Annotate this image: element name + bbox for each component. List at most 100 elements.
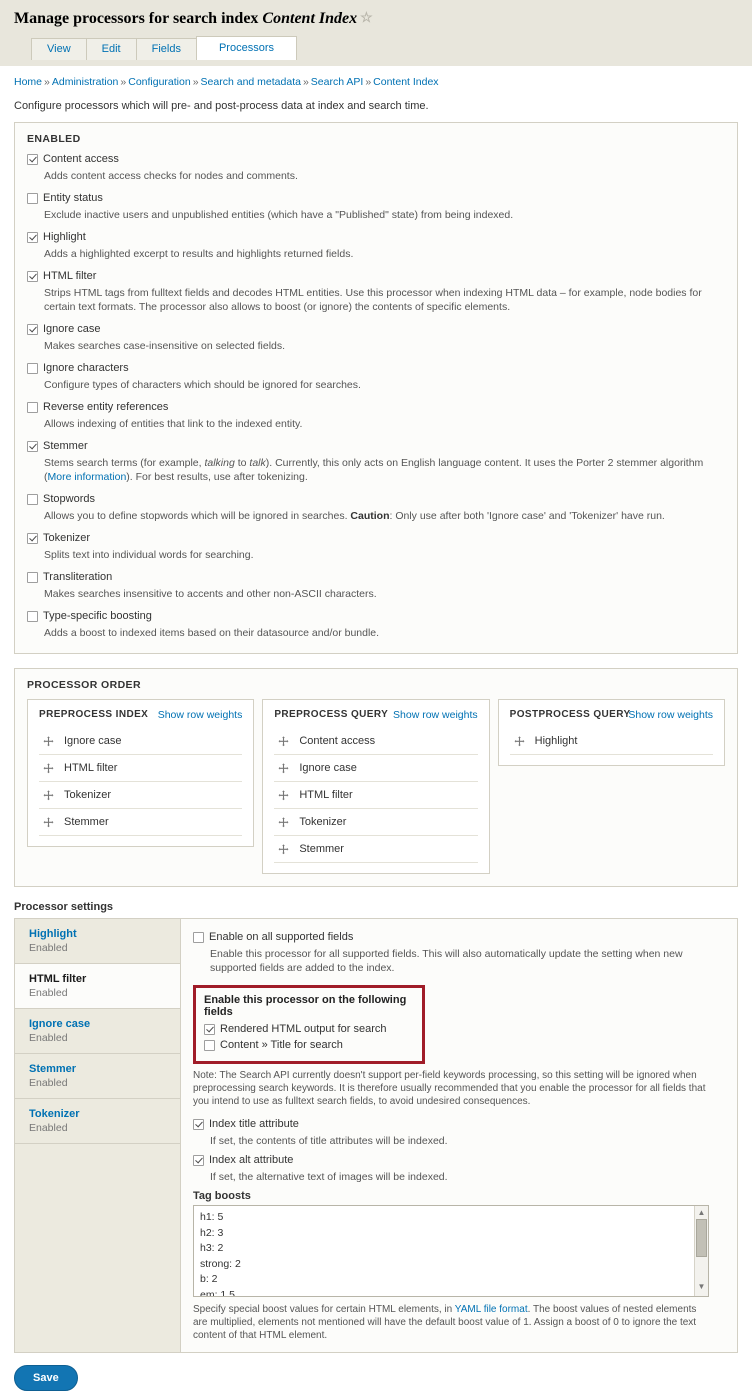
processor-row-ignore-characters: Ignore characters Configure types of cha… — [27, 362, 725, 392]
tab-view[interactable]: View — [31, 38, 87, 60]
breadcrumb-separator: » — [192, 76, 199, 88]
drag-handle-icon[interactable] — [43, 762, 54, 774]
tab-processors[interactable]: Processors — [195, 36, 297, 60]
order-item[interactable]: Tokenizer — [274, 809, 478, 836]
processor-desc-ignore-characters: Configure types of characters which shou… — [44, 379, 361, 391]
checkbox-ignore-characters[interactable] — [27, 363, 38, 374]
desc-index-alt-attribute: If set, the alternative text of images w… — [210, 1171, 448, 1183]
checkbox-rendered-html-output-for-search[interactable] — [204, 1024, 215, 1035]
order-item[interactable]: Stemmer — [39, 809, 243, 836]
processor-row-type-specific-boosting: Type-specific boosting Adds a boost to i… — [27, 610, 725, 640]
processor-desc-tokenizer: Splits text into individual words for se… — [44, 549, 254, 561]
vtab-name: Ignore case — [29, 1018, 91, 1030]
breadcrumb: Home» Administration» Configuration» Search… — [14, 66, 738, 88]
order-item[interactable]: Tokenizer — [39, 782, 243, 809]
drag-handle-icon[interactable] — [43, 789, 54, 801]
processor-desc-stemmer: Stems search terms (for example, talking… — [44, 456, 725, 484]
vtab-ignore-case[interactable]: Ignore case Enabled — [15, 1009, 180, 1054]
checkbox-index-alt-attribute[interactable] — [193, 1155, 204, 1166]
checkbox-reverse-entity-references[interactable] — [27, 402, 38, 413]
processor-settings-vertical-tabs: Highlight Enabled HTML filter Enabled Ig… — [15, 919, 181, 1352]
save-button[interactable]: Save — [14, 1365, 78, 1391]
order-item[interactable]: Stemmer — [274, 836, 478, 863]
order-item[interactable]: Ignore case — [39, 728, 243, 755]
drag-handle-icon[interactable] — [278, 789, 289, 801]
star-icon[interactable]: ☆ — [360, 10, 373, 27]
drag-handle-icon[interactable] — [43, 735, 54, 747]
order-item-label: Tokenizer — [299, 816, 347, 828]
order-item[interactable]: Ignore case — [274, 755, 478, 782]
label-rendered-html-output-for-search[interactable]: Rendered HTML output for search — [220, 1023, 387, 1036]
breadcrumb-item-configuration[interactable]: Configuration — [128, 76, 190, 88]
scrollbar-thumb[interactable] — [696, 1219, 707, 1257]
tab-edit[interactable]: Edit — [85, 38, 137, 60]
order-item[interactable]: HTML filter — [39, 755, 243, 782]
checkbox-enable-on-all-supported-fields[interactable] — [193, 932, 204, 943]
scroll-up-arrow-icon[interactable]: ▲ — [695, 1206, 708, 1219]
primary-tabs: View Edit Fields Processors — [14, 36, 738, 60]
scroll-down-arrow-icon[interactable]: ▼ — [695, 1280, 708, 1293]
checkbox-tokenizer[interactable] — [27, 533, 38, 544]
drag-handle-icon[interactable] — [278, 816, 289, 828]
order-item[interactable]: Content access — [274, 728, 478, 755]
label-index-title-attribute[interactable]: Index title attribute — [209, 1118, 299, 1131]
checkbox-highlight[interactable] — [27, 232, 38, 243]
processor-label-type-specific-boosting[interactable]: Type-specific boosting — [43, 610, 152, 623]
processor-row-stopwords: Stopwords Allows you to define stopwords… — [27, 493, 725, 523]
processor-label-tokenizer[interactable]: Tokenizer — [43, 532, 90, 545]
more-information-link[interactable]: More information — [48, 471, 127, 483]
tag-boosts-textarea[interactable]: h1: 5 h2: 3 h3: 2 strong: 2 b: 2 em: 1.5 — [193, 1205, 709, 1297]
order-item[interactable]: Highlight — [509, 728, 713, 755]
processor-label-entity-status[interactable]: Entity status — [43, 192, 103, 205]
drag-handle-icon[interactable] — [278, 762, 289, 774]
vtab-tokenizer[interactable]: Tokenizer Enabled — [15, 1099, 180, 1144]
breadcrumb-item-administration[interactable]: Administration — [52, 76, 119, 88]
checkbox-content-title-for-search[interactable] — [204, 1040, 215, 1051]
breadcrumb-item-content-index[interactable]: Content Index — [373, 76, 438, 88]
tag-boosts-scrollbar[interactable]: ▲ ▼ — [694, 1206, 708, 1296]
vtab-status: Enabled — [29, 1077, 68, 1089]
drag-handle-icon[interactable] — [278, 735, 289, 747]
checkbox-entity-status[interactable] — [27, 193, 38, 204]
processor-label-ignore-characters[interactable]: Ignore characters — [43, 362, 129, 375]
vtab-highlight[interactable]: Highlight Enabled — [15, 919, 180, 964]
processor-label-html-filter[interactable]: HTML filter — [43, 270, 96, 283]
processor-desc-reverse-entity-references: Allows indexing of entities that link to… — [44, 418, 303, 430]
tab-fields[interactable]: Fields — [135, 38, 197, 60]
vtab-html-filter[interactable]: HTML filter Enabled — [15, 964, 180, 1009]
drag-handle-icon[interactable] — [43, 816, 54, 828]
label-enable-on-all-supported-fields[interactable]: Enable on all supported fields — [209, 931, 353, 944]
breadcrumb-item-search-and-metadata[interactable]: Search and metadata — [201, 76, 301, 88]
order-item[interactable]: HTML filter — [274, 782, 478, 809]
processor-label-reverse-entity-references[interactable]: Reverse entity references — [43, 401, 168, 414]
checkbox-html-filter[interactable] — [27, 271, 38, 282]
yaml-file-format-link[interactable]: YAML file format — [455, 1304, 528, 1315]
breadcrumb-item-search-api[interactable]: Search API — [311, 76, 364, 88]
checkbox-stemmer[interactable] — [27, 441, 38, 452]
checkbox-ignore-case[interactable] — [27, 324, 38, 335]
processor-label-content-access[interactable]: Content access — [43, 153, 119, 166]
processor-label-stemmer[interactable]: Stemmer — [43, 440, 88, 453]
checkbox-index-title-attribute[interactable] — [193, 1119, 204, 1130]
vtab-name: Tokenizer — [29, 1108, 80, 1120]
html-filter-settings-pane: Enable on all supported fields Enable th… — [181, 919, 737, 1352]
drag-handle-icon[interactable] — [278, 843, 289, 855]
order-item-label: Stemmer — [64, 816, 109, 828]
checkbox-type-specific-boosting[interactable] — [27, 611, 38, 622]
label-content-title-for-search[interactable]: Content » Title for search — [220, 1039, 343, 1052]
form-actions: Save — [14, 1353, 738, 1391]
label-index-alt-attribute[interactable]: Index alt attribute — [209, 1154, 293, 1167]
drag-handle-icon[interactable] — [514, 735, 525, 747]
checkbox-content-access[interactable] — [27, 154, 38, 165]
processor-label-transliteration[interactable]: Transliteration — [43, 571, 112, 584]
processor-label-ignore-case[interactable]: Ignore case — [43, 323, 100, 336]
vtab-stemmer[interactable]: Stemmer Enabled — [15, 1054, 180, 1099]
vtab-status: Enabled — [29, 987, 68, 999]
breadcrumb-item-home[interactable]: Home — [14, 76, 42, 88]
order-item-label: Ignore case — [299, 762, 357, 774]
checkbox-stopwords[interactable] — [27, 494, 38, 505]
processor-label-highlight[interactable]: Highlight — [43, 231, 86, 244]
processor-label-stopwords[interactable]: Stopwords — [43, 493, 95, 506]
checkbox-transliteration[interactable] — [27, 572, 38, 583]
processor-desc-transliteration: Makes searches insensitive to accents an… — [44, 588, 377, 600]
